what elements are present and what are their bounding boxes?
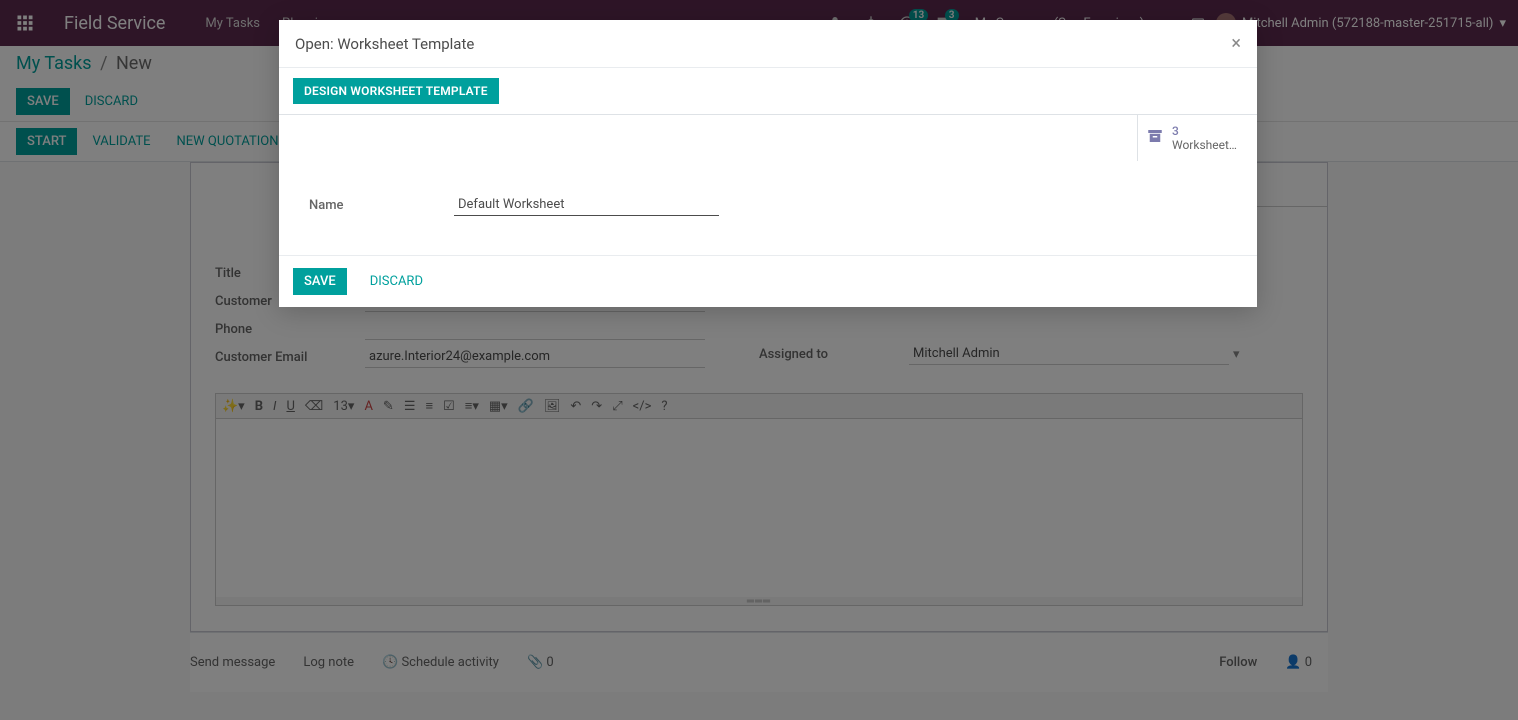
modal-subheader: Design Worksheet Template bbox=[279, 68, 1257, 115]
modal-title: Open: Worksheet Template bbox=[295, 35, 474, 53]
modal-header: Open: Worksheet Template × bbox=[279, 20, 1257, 68]
stat-worksheets-num: 3 bbox=[1172, 124, 1237, 138]
label-name: Name bbox=[309, 198, 454, 213]
stat-worksheets-label: Worksheet… bbox=[1172, 138, 1237, 152]
archive-icon bbox=[1146, 127, 1164, 149]
worksheet-template-modal: Open: Worksheet Template × Design Worksh… bbox=[279, 20, 1257, 307]
modal-discard-button[interactable]: Discard bbox=[359, 268, 434, 295]
close-icon[interactable]: × bbox=[1231, 33, 1241, 54]
modal-statbar: 3 Worksheet… bbox=[279, 115, 1257, 161]
design-worksheet-template-button[interactable]: Design Worksheet Template bbox=[293, 78, 499, 104]
modal-footer: Save Discard bbox=[279, 256, 1257, 307]
stat-worksheets[interactable]: 3 Worksheet… bbox=[1137, 115, 1257, 161]
modal-form: Name bbox=[279, 161, 1257, 256]
name-field[interactable] bbox=[454, 194, 719, 216]
modal-save-button[interactable]: Save bbox=[293, 268, 347, 295]
